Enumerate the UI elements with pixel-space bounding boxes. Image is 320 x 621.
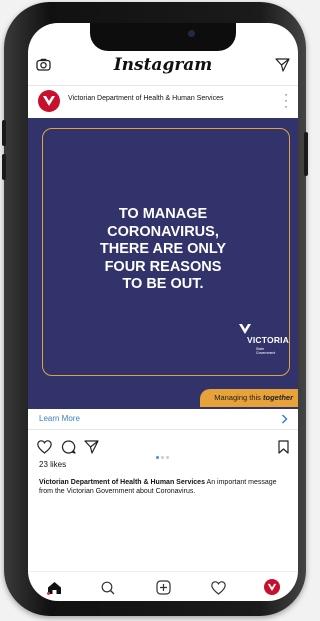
instagram-logo: Instagram — [113, 55, 213, 75]
chevron-right-icon — [281, 414, 288, 424]
volume-down-button — [2, 154, 6, 180]
direct-message-icon[interactable] — [275, 58, 290, 77]
carousel-dot-active — [156, 456, 159, 459]
carousel-dot — [166, 456, 169, 459]
instagram-header: Instagram — [28, 53, 298, 79]
victoria-logo-text: VICTORIA — [247, 335, 290, 345]
learn-more-link[interactable]: Learn More — [28, 409, 298, 430]
more-options-icon[interactable]: · · · — [284, 88, 288, 112]
notch — [90, 23, 236, 51]
post-actions — [28, 434, 298, 460]
home-icon[interactable] — [47, 581, 62, 600]
post-headline: TO MANAGE CORONAVIRUS, THERE ARE ONLY FO… — [48, 206, 278, 294]
banner-text: Managing this — [214, 393, 263, 402]
headline-line: FOUR REASONS — [104, 258, 222, 275]
comment-icon[interactable] — [61, 440, 76, 459]
power-button — [304, 132, 308, 176]
add-post-icon[interactable] — [156, 580, 171, 600]
share-icon[interactable] — [84, 440, 99, 459]
post-caption: Victorian Department of Health & Human S… — [39, 478, 289, 496]
phone-frame: Instagram Victorian Department of Health… — [2, 2, 308, 616]
notification-dot — [47, 592, 50, 595]
profile-avatar-icon[interactable] — [264, 579, 280, 595]
front-camera — [188, 30, 195, 37]
carousel-dot — [161, 456, 164, 459]
post-author[interactable]: Victorian Department of Health & Human S… — [68, 95, 224, 102]
headline-line: TO MANAGE — [118, 206, 208, 222]
headline-line: TO BE OUT. — [122, 276, 204, 292]
post-header: Victorian Department of Health & Human S… — [28, 85, 298, 114]
bookmark-icon[interactable] — [278, 440, 289, 459]
post-image[interactable]: TO MANAGE CORONAVIRUS, THERE ARE ONLY FO… — [28, 118, 298, 409]
bottom-tab-bar — [28, 571, 298, 601]
volume-up-button — [2, 120, 6, 146]
headline-line: CORONAVIRUS, — [107, 223, 219, 240]
headline-line: THERE ARE ONLY — [99, 241, 227, 257]
search-icon[interactable] — [101, 581, 115, 600]
phone-screen: Instagram Victorian Department of Health… — [28, 23, 298, 601]
heart-icon[interactable] — [37, 440, 52, 459]
managing-together-banner: Managing this together — [200, 389, 298, 407]
author-avatar[interactable] — [38, 90, 60, 112]
caption-author[interactable]: Victorian Department of Health & Human S… — [39, 479, 205, 486]
like-count[interactable]: 23 likes — [39, 460, 66, 469]
carousel-indicator — [156, 446, 171, 464]
learn-more-label: Learn More — [39, 414, 80, 423]
state-government-label: State Government — [256, 347, 276, 355]
activity-heart-icon[interactable] — [211, 581, 226, 600]
banner-emphasis: together — [263, 393, 293, 402]
victoria-government-logo: VICTORIA State Government — [238, 323, 289, 359]
